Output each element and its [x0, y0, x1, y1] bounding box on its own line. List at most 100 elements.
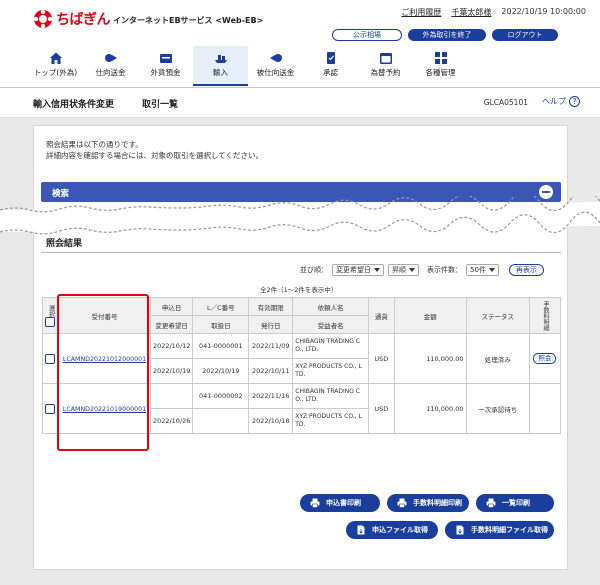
lc-no-cell: 041-0000001 — [192, 333, 250, 359]
deposit-icon — [159, 54, 172, 63]
change-date-cell: 2022/10/19 — [149, 358, 194, 384]
row-checkbox[interactable] — [45, 403, 56, 414]
end-forex-button[interactable]: 外為取引を終了 — [408, 29, 486, 41]
table-row[interactable]: LCAMND20221012000001 2022/10/12 041-0000… — [42, 333, 562, 384]
sort-order-value: 昇順 — [392, 266, 406, 274]
beneficiary-line: XYZ PRODUCTS CO., L — [295, 363, 362, 370]
service-name: インターネットEBサービス <Web-EB> — [113, 16, 264, 25]
nav-reserve[interactable]: 為替予約 — [358, 46, 413, 86]
nav-label: 承認 — [323, 68, 338, 77]
applicant-header: 依頼人名 — [292, 297, 369, 316]
list-print-label: 一覧印刷 — [502, 499, 530, 507]
receive-icon — [269, 54, 282, 62]
nav-remit[interactable]: 仕向送金 — [83, 46, 138, 86]
beneficiary-line: XYZ PRODUCTS CO., L — [295, 413, 362, 420]
currency-cell: USD — [367, 333, 395, 384]
beneficiary-header: 受益者名 — [292, 315, 369, 334]
nav-label: 被仕向送金 — [256, 68, 295, 77]
fee-cell: 照会 — [528, 333, 562, 384]
redisplay-button[interactable]: 再表示 — [508, 264, 544, 276]
beneficiary-line: TD. — [295, 371, 306, 378]
fee-header: 手数料明細 — [528, 297, 562, 334]
page-subtitle: 取引一覧 — [142, 100, 179, 110]
list-print-button[interactable]: 一覧印刷 — [476, 494, 554, 512]
file-download-icon — [456, 525, 464, 535]
nav-receive[interactable]: 被仕向送金 — [248, 46, 303, 86]
logout-button[interactable]: ログアウト — [492, 29, 558, 41]
nav-approve[interactable]: 承認 — [303, 46, 358, 86]
manage-icon — [434, 52, 447, 64]
usage-history-link[interactable]: ご利用履歴 — [401, 7, 441, 18]
row-select-cell — [42, 333, 59, 384]
nav-import[interactable]: 輸入 — [193, 46, 248, 86]
lc-no-header: L／C番号 — [192, 297, 250, 316]
status-header: ステータス — [465, 297, 530, 334]
select-all-checkbox[interactable] — [45, 316, 56, 327]
issue-date-cell: 2022/10/11 — [248, 358, 294, 384]
status-cell: 処理済み — [465, 333, 530, 384]
fee-print-label: 手数料明細印刷 — [413, 499, 462, 507]
handling-date-cell: 2022/10/19 — [192, 358, 250, 384]
chevron-down-icon — [374, 268, 380, 272]
fee-detail-button[interactable]: 照会 — [533, 353, 557, 364]
row-select-cell — [42, 383, 59, 434]
nav-label: トップ(外為) — [33, 68, 78, 77]
receipt-no-link[interactable]: LCAMND20221012000001 — [63, 356, 146, 363]
main-panel: 照会結果は以下の通りです。 詳細内容を確認する場合には、対象の取引を選択してくだ… — [33, 125, 568, 570]
change-date-cell: 2022/10/26 — [149, 408, 194, 434]
applicant-line: O., LTD. — [295, 346, 319, 353]
printer-icon — [310, 498, 320, 508]
sort-label: 並び順： — [300, 266, 328, 274]
logo: ちばぎん インターネットEBサービス <Web-EB> — [33, 9, 263, 29]
printer-icon — [486, 498, 496, 508]
row-checkbox[interactable] — [45, 353, 56, 364]
apply-print-label: 申込書印刷 — [326, 499, 361, 507]
help-icon: ? — [569, 96, 580, 107]
fee-cell — [528, 383, 562, 434]
chevron-down-icon — [409, 268, 415, 272]
lc-no-cell: 041-0000002 — [192, 383, 250, 409]
global-nav: トップ(外為) 仕向送金 外貨預金 輸入 被仕向送金 承認 為替予約 各種管理 — [28, 46, 468, 86]
public-rate-button[interactable]: 公示相場 — [332, 29, 402, 41]
nav-deposit[interactable]: 外貨預金 — [138, 46, 193, 86]
per-page-value: 50件 — [470, 266, 486, 274]
home-icon — [49, 52, 62, 64]
sort-field-select[interactable]: 変更希望日 — [332, 264, 384, 276]
per-page-select[interactable]: 50件 — [466, 264, 499, 276]
import-icon — [214, 55, 227, 63]
issue-date-cell: 2022/10/18 — [248, 408, 294, 434]
results-title: 照会結果 — [46, 239, 83, 249]
help-link[interactable]: ヘルプ ? — [542, 96, 580, 107]
fee-file-button[interactable]: 手数料明細ファイル取得 — [445, 521, 554, 539]
sort-field-value: 変更希望日 — [336, 266, 371, 274]
fee-print-button[interactable]: 手数料明細印刷 — [387, 494, 469, 512]
amount-header: 金額 — [393, 297, 467, 334]
receipt-no-link[interactable]: LCAMND20221019000001 — [63, 406, 146, 413]
receipt-no-cell: LCAMND20221012000001 — [57, 333, 151, 384]
change-date-header: 変更希望日 — [149, 315, 194, 334]
expiry-header: 有効期限 — [248, 297, 294, 316]
apply-date-header: 申込日 — [149, 297, 194, 316]
result-count: 全2件（1～2件を表示中） — [260, 286, 338, 294]
issue-date-header: 発行日 — [248, 315, 294, 334]
reserve-icon — [379, 53, 392, 64]
nav-top[interactable]: トップ(外為) — [28, 46, 83, 86]
login-datetime: 2022/10/19 10:00:00 — [501, 7, 586, 16]
apply-date-cell: 2022/10/12 — [149, 333, 194, 359]
nav-manage[interactable]: 各種管理 — [413, 46, 468, 86]
fee-header-label: 手数料明細 — [541, 300, 549, 331]
fee-file-label: 手数料明細ファイル取得 — [471, 526, 548, 534]
user-name-link[interactable]: 千葉太郎様 — [451, 7, 491, 18]
info-line: 詳細内容を確認する場合には、対象の取引を選択してください。 — [46, 151, 264, 160]
chevron-down-icon — [488, 268, 495, 272]
status-cell: 一次承認待ち — [465, 383, 530, 434]
omission-tear — [0, 196, 600, 235]
nav-label: 外貨預金 — [150, 68, 181, 77]
apply-file-button[interactable]: 申込ファイル取得 — [346, 521, 438, 539]
results-table: 選択 受付番号 申込日 L／C番号 有効期限 依頼人名 通貨 金額 ステータス … — [42, 297, 562, 434]
sort-order-select[interactable]: 昇順 — [388, 264, 419, 276]
apply-print-button[interactable]: 申込書印刷 — [300, 494, 380, 512]
table-row[interactable]: LCAMND20221019000001 041-0000002 2022/11… — [42, 383, 562, 434]
nav-label: 仕向送金 — [95, 68, 126, 77]
sort-controls: 並び順： 変更希望日 昇順 表示件数： 50件 再表示 — [300, 264, 544, 276]
